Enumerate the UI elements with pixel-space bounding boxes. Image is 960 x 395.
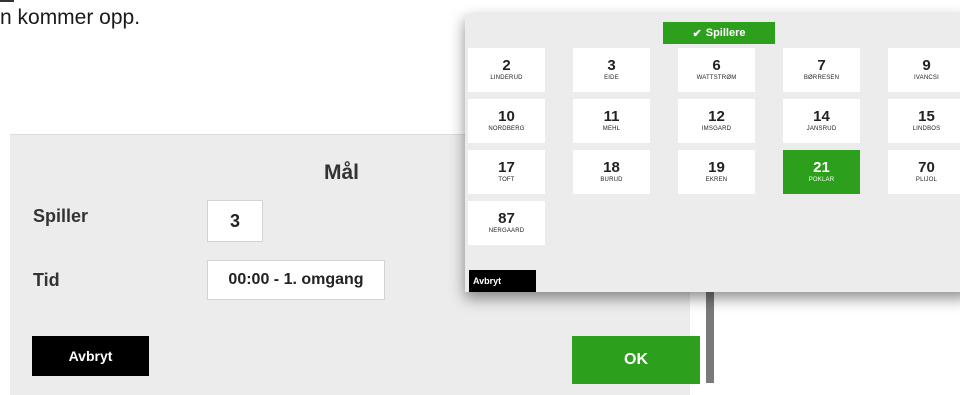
player-number: 15 xyxy=(918,107,935,125)
time-label: Tid xyxy=(33,270,60,290)
player-tile-2[interactable]: 2 LINDERUD xyxy=(468,48,545,92)
ok-button[interactable]: OK xyxy=(572,336,700,384)
player-name: IMSGARD xyxy=(701,125,732,132)
player-number: 21 xyxy=(813,158,830,176)
player-name: NORDBERG xyxy=(488,125,525,132)
players-header-button[interactable]: ✔ Spillere xyxy=(663,22,775,44)
player-number: 10 xyxy=(498,107,515,125)
player-name: POKLAR xyxy=(808,176,835,183)
divider xyxy=(706,290,714,383)
player-tile-12[interactable]: 12 IMSGARD xyxy=(678,99,755,143)
player-number: 17 xyxy=(498,158,515,176)
caption-fragment-mark xyxy=(0,0,14,2)
player-tile-19[interactable]: 19 EKREN xyxy=(678,150,755,194)
player-number: 7 xyxy=(817,56,826,74)
player-name: WATTSTRØM xyxy=(696,74,737,81)
player-name: JANSRUD xyxy=(806,125,837,132)
player-number: 12 xyxy=(708,107,725,125)
player-name: LINDERUD xyxy=(490,74,523,81)
player-number: 6 xyxy=(712,56,721,74)
player-field[interactable]: 3 xyxy=(207,200,263,242)
player-number: 18 xyxy=(603,158,620,176)
player-tile-18[interactable]: 18 BURUD xyxy=(573,150,650,194)
player-tile-7[interactable]: 7 BØRRESEN xyxy=(783,48,860,92)
player-tile-11[interactable]: 11 MEHL xyxy=(573,99,650,143)
player-name: TOFT xyxy=(498,176,515,183)
player-number: 2 xyxy=(502,56,511,74)
dialog-title: Mål xyxy=(324,161,360,184)
time-field[interactable]: 00:00 - 1. omgang xyxy=(207,260,385,300)
player-name: MEHL xyxy=(602,125,621,132)
player-number: 19 xyxy=(708,158,725,176)
player-number: 70 xyxy=(918,158,935,176)
player-tile-15[interactable]: 15 LINDBOS xyxy=(888,99,960,143)
player-name: IVANCSI xyxy=(914,74,939,81)
instruction-text: n kommer opp. xyxy=(0,6,141,29)
player-number: 3 xyxy=(607,56,616,74)
player-tile-21[interactable]: 21 POKLAR xyxy=(783,150,860,194)
player-tile-17[interactable]: 17 TOFT xyxy=(468,150,545,194)
player-name: PLIJOL xyxy=(915,176,938,183)
player-tile-14[interactable]: 14 JANSRUD xyxy=(783,99,860,143)
player-tile-6[interactable]: 6 WATTSTRØM xyxy=(678,48,755,92)
check-icon: ✔ xyxy=(692,27,702,40)
players-header-label: Spillere xyxy=(705,27,746,39)
player-picker-dialog: ✔ Spillere 2 LINDERUD 3 EIDE 6 WATTSTRØM 7 BØRR… xyxy=(465,14,960,292)
player-tile-87[interactable]: 87 NERGAARD xyxy=(468,201,545,245)
player-name: BØRRESEN xyxy=(803,74,840,81)
player-tile-10[interactable]: 10 NORDBERG xyxy=(468,99,545,143)
player-tile-70[interactable]: 70 PLIJOL xyxy=(888,150,960,194)
player-tile-3[interactable]: 3 EIDE xyxy=(573,48,650,92)
player-number: 9 xyxy=(922,56,931,74)
picker-cancel-button[interactable]: Avbryt xyxy=(469,270,536,292)
player-name: BURUD xyxy=(600,176,623,183)
player-number: 87 xyxy=(498,209,515,227)
player-label: Spiller xyxy=(33,206,89,226)
player-tile-9[interactable]: 9 IVANCSI xyxy=(888,48,960,92)
player-name: EKREN xyxy=(705,176,728,183)
player-name: EIDE xyxy=(604,74,619,81)
player-name: NERGAARD xyxy=(488,227,525,234)
player-name: LINDBOS xyxy=(912,125,941,132)
cancel-button[interactable]: Avbryt xyxy=(32,336,149,376)
player-number: 14 xyxy=(813,107,830,125)
player-number: 11 xyxy=(603,107,620,125)
